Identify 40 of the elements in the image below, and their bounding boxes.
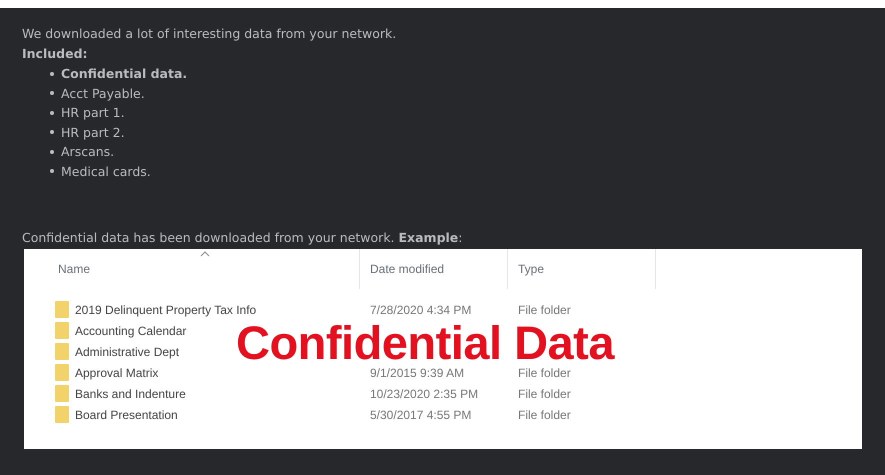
bullet-icon bbox=[50, 110, 54, 115]
column-header[interactable]: Name bbox=[58, 262, 90, 276]
file-name[interactable]: 2019 Delinquent Property Tax Info bbox=[75, 302, 256, 316]
intro-text: We downloaded a lot of interesting data from your network. bbox=[22, 25, 398, 43]
type-cell: File folder bbox=[518, 302, 571, 316]
list-item: HR part 1. bbox=[61, 104, 125, 122]
type-cell: File folder bbox=[518, 386, 571, 400]
list-item: Arscans. bbox=[61, 143, 114, 161]
file-name[interactable]: Board Presentation bbox=[75, 408, 178, 422]
date-cell: 5/30/2017 4:55 PM bbox=[370, 408, 472, 422]
bullet-icon bbox=[50, 72, 54, 76]
file-name[interactable]: Administrative Dept bbox=[75, 344, 180, 358]
file-name[interactable]: Banks and Indenture bbox=[75, 386, 186, 400]
type-cell: File folder bbox=[518, 366, 571, 380]
column-header[interactable]: Date modified bbox=[370, 262, 444, 276]
overlay-text: Confidential Data bbox=[236, 321, 614, 365]
type-cell: File folder bbox=[518, 408, 571, 422]
file-name[interactable]: Accounting Calendar bbox=[75, 324, 186, 338]
column-header[interactable]: Type bbox=[518, 262, 544, 276]
sort-caret-icon[interactable] bbox=[200, 251, 210, 257]
list-item: Confidential data. bbox=[61, 65, 188, 83]
included-label: Included: bbox=[22, 45, 89, 63]
folder-icon bbox=[55, 364, 69, 381]
date-cell: 9/1/2015 9:39 AM bbox=[370, 366, 464, 380]
date-cell: 10/23/2020 2:35 PM bbox=[370, 386, 478, 400]
bullet-icon bbox=[50, 169, 54, 174]
list-item: Medical cards. bbox=[61, 162, 151, 180]
example-text: Confidential data has been downloaded from your network. Example: bbox=[22, 229, 464, 247]
folder-icon bbox=[55, 406, 69, 423]
folder-icon bbox=[55, 322, 69, 339]
bullet-icon bbox=[50, 91, 54, 96]
folder-icon bbox=[55, 301, 69, 318]
list-item: Acct Payable. bbox=[61, 84, 145, 103]
bullet-icon bbox=[50, 150, 54, 154]
folder-icon bbox=[55, 343, 69, 360]
list-item: HR part 2. bbox=[61, 124, 125, 142]
bullet-icon bbox=[50, 130, 54, 134]
date-cell: 7/28/2020 4:34 PM bbox=[370, 302, 472, 316]
folder-icon bbox=[55, 385, 69, 402]
file-name[interactable]: Approval Matrix bbox=[75, 366, 158, 380]
